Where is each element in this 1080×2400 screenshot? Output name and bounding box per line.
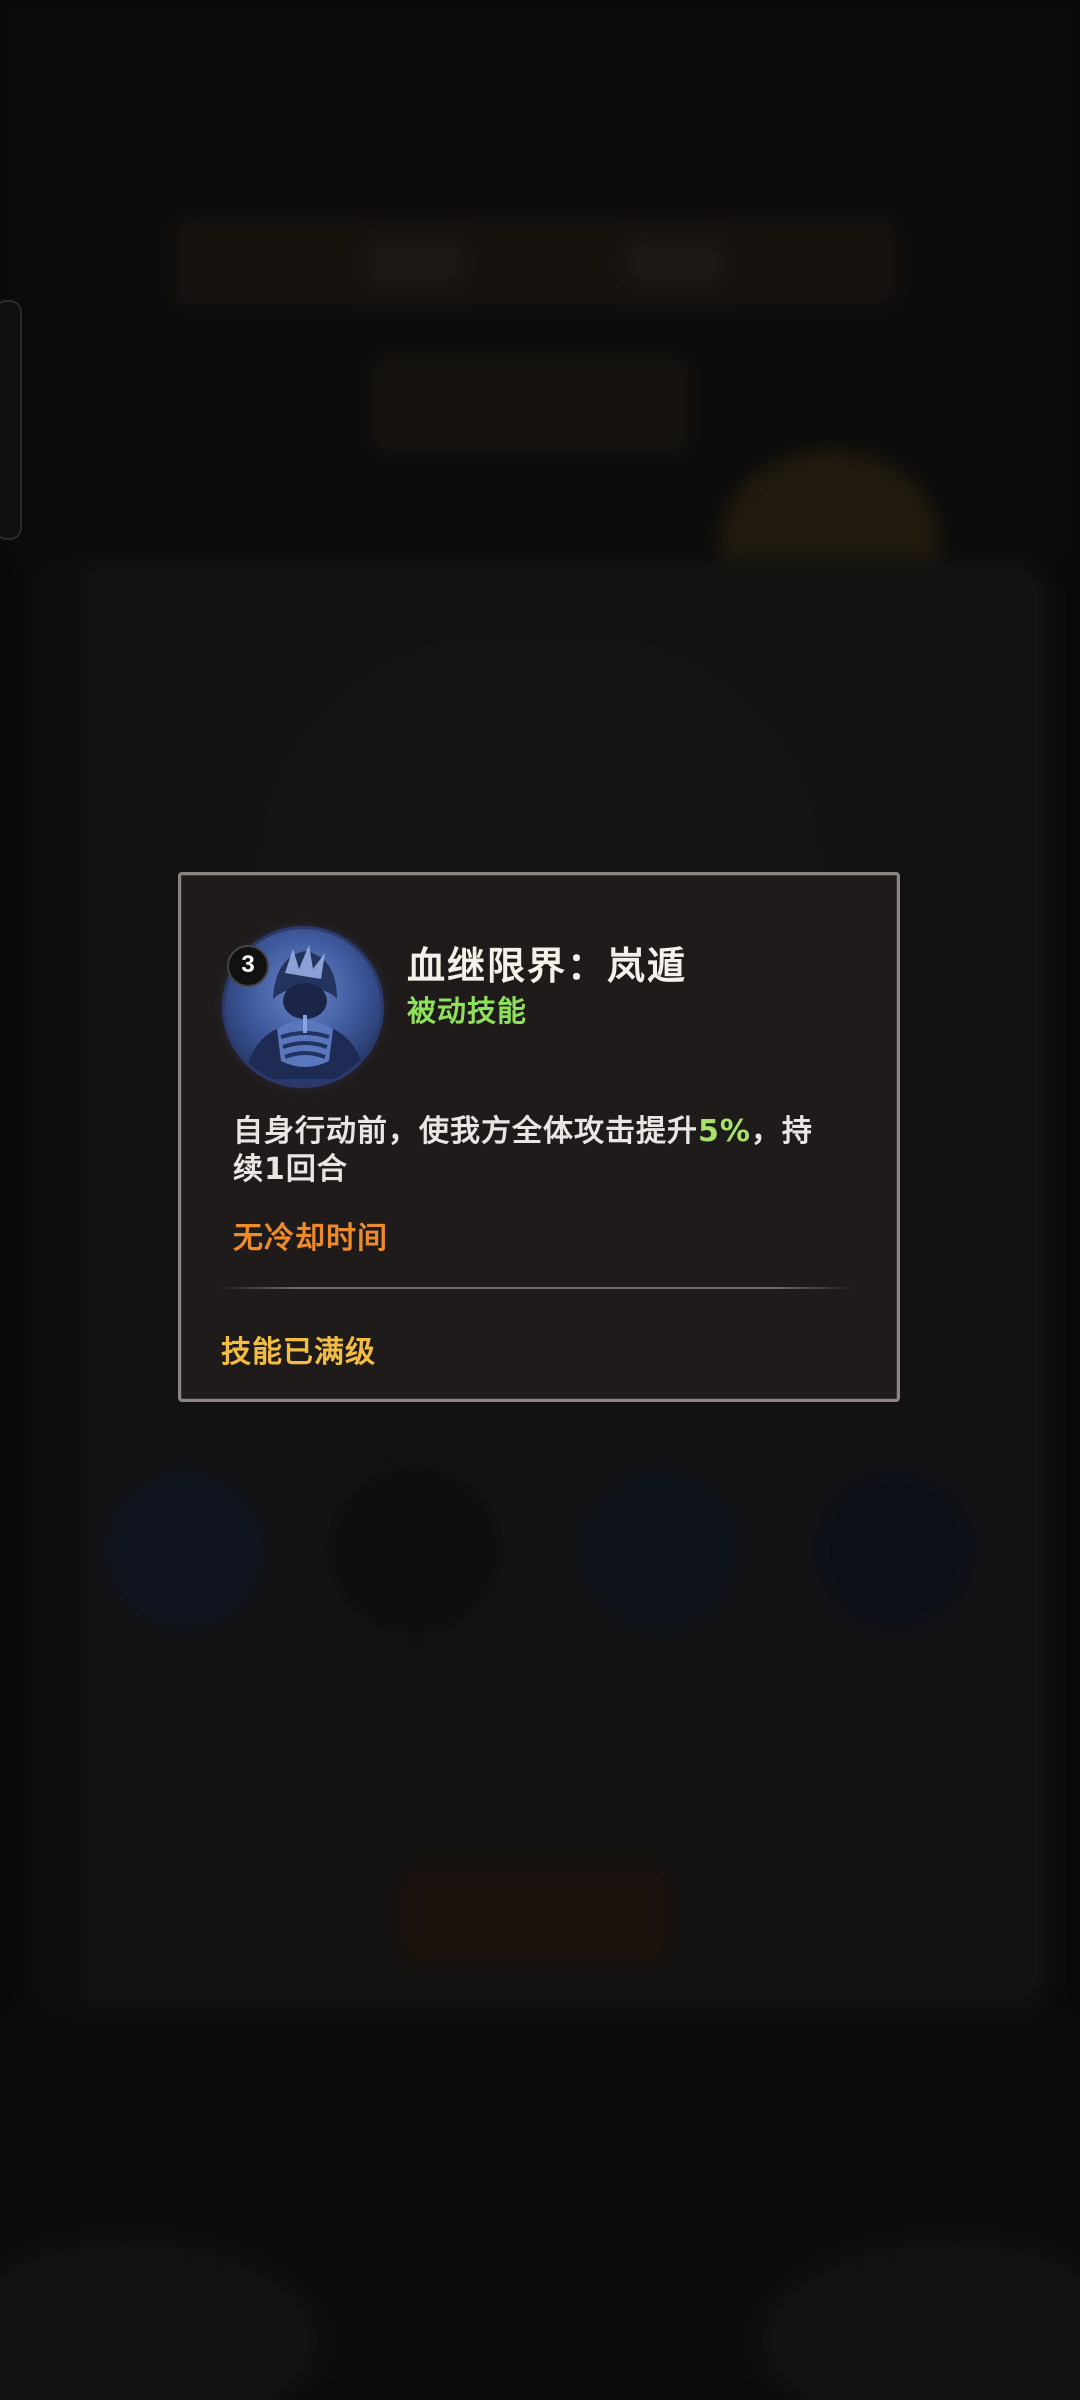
game-screen: 3 血继限界：岚遁 被动技能 自身行动前，使我方全体攻击提升5%，持续1回合 无…: [0, 0, 1080, 2400]
skill-status-text: 技能已满级: [221, 1335, 376, 1370]
side-drawer-handle[interactable]: [0, 300, 22, 540]
skill-description: 自身行动前，使我方全体攻击提升5%，持续1回合: [233, 1113, 843, 1189]
skill-detail-popup: 3 血继限界：岚遁 被动技能 自身行动前，使我方全体攻击提升5%，持续1回合 无…: [178, 872, 900, 1402]
skill-description-text: 自身行动前，使我方全体攻击提升: [233, 1114, 698, 1149]
skill-level-badge: 3: [227, 945, 269, 987]
skill-name: 血继限界：岚遁: [407, 944, 688, 988]
divider: [219, 1287, 853, 1289]
cooldown-text: 无冷却时间: [233, 1221, 388, 1256]
skill-type-label: 被动技能: [407, 994, 528, 1028]
skill-description-highlight: 5%: [698, 1114, 751, 1149]
